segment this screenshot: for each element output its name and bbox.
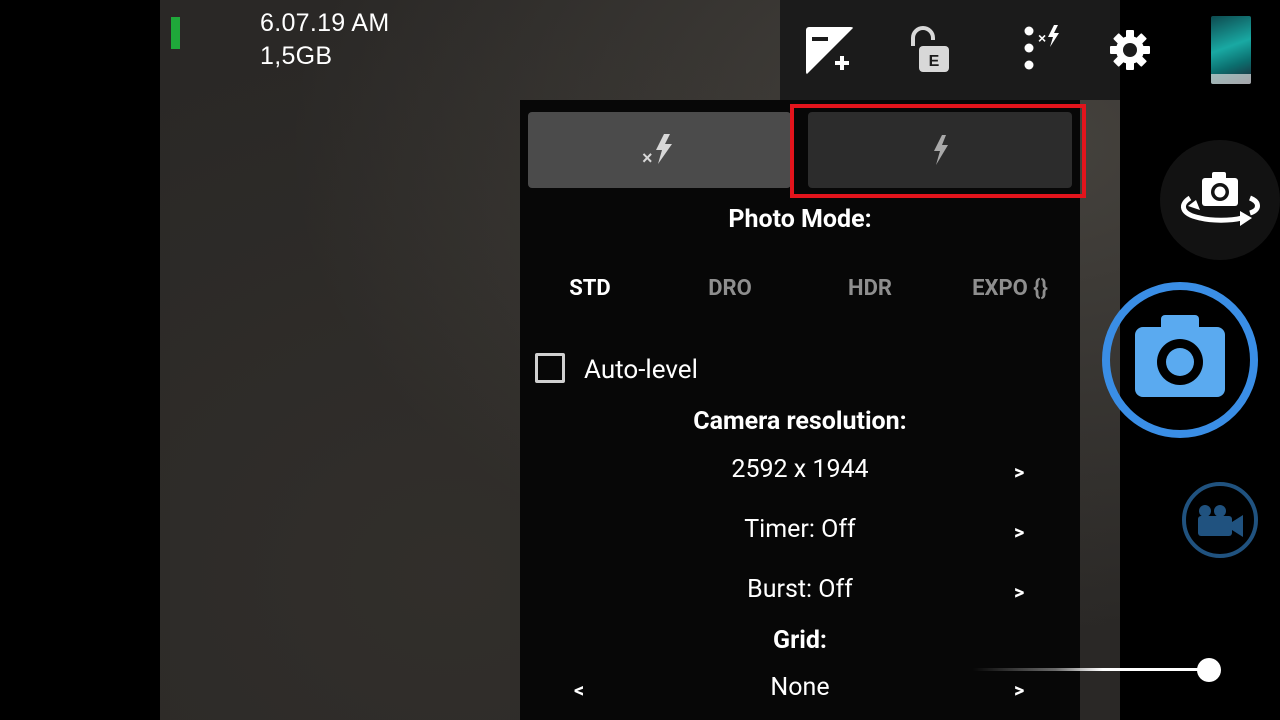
flash-off-icon: × — [642, 134, 672, 168]
grid-value: None — [770, 673, 830, 702]
zoom-slider-handle[interactable] — [1197, 658, 1221, 682]
settings-icon[interactable] — [1108, 28, 1152, 72]
exposure-icon[interactable] — [803, 24, 857, 78]
photo-mode-title: Photo Mode: — [728, 205, 872, 234]
mode-expo[interactable]: EXPO {} — [940, 276, 1080, 301]
camera-resolution-title: Camera resolution: — [693, 407, 907, 436]
time-display: 6.07.19 AM — [260, 9, 390, 37]
camera-resolution-value: 2592 x 1944 — [731, 455, 869, 484]
mode-hdr[interactable]: HDR — [800, 276, 940, 301]
mode-std[interactable]: STD — [520, 276, 660, 301]
video-record-button[interactable] — [1180, 482, 1260, 558]
burst-setting: Burst: Off — [747, 575, 853, 604]
level-indicator — [171, 17, 180, 49]
svg-text:×: × — [642, 148, 653, 168]
flash-off-button[interactable]: × — [528, 112, 791, 188]
resolution-next-arrow[interactable]: > — [1014, 460, 1024, 484]
grid-title: Grid: — [773, 626, 827, 655]
highlight-box — [790, 104, 1086, 198]
grid-next-arrow[interactable]: > — [1014, 678, 1024, 702]
exposure-lock-icon[interactable]: E — [906, 24, 954, 78]
gallery-thumbnail[interactable] — [1211, 16, 1251, 84]
auto-level-checkbox[interactable] — [535, 353, 565, 383]
switch-camera-button[interactable] — [1160, 140, 1280, 260]
mode-dro[interactable]: DRO — [660, 276, 800, 301]
free-memory-display: 1,5GB — [260, 42, 333, 70]
svg-text:E: E — [929, 53, 940, 70]
flash-options-icon[interactable]: × — [1018, 22, 1064, 76]
burst-next-arrow[interactable]: > — [1014, 580, 1024, 604]
shutter-button[interactable] — [1101, 281, 1259, 439]
video-camera-icon — [1182, 482, 1258, 558]
switch-camera-icon — [1181, 172, 1260, 226]
auto-level-label[interactable]: Auto-level — [584, 355, 698, 385]
zoom-slider-track[interactable] — [973, 668, 1209, 671]
timer-setting: Timer: Off — [744, 515, 856, 544]
svg-text:×: × — [1038, 30, 1046, 46]
camera-icon — [1102, 282, 1258, 438]
timer-next-arrow[interactable]: > — [1014, 520, 1024, 544]
